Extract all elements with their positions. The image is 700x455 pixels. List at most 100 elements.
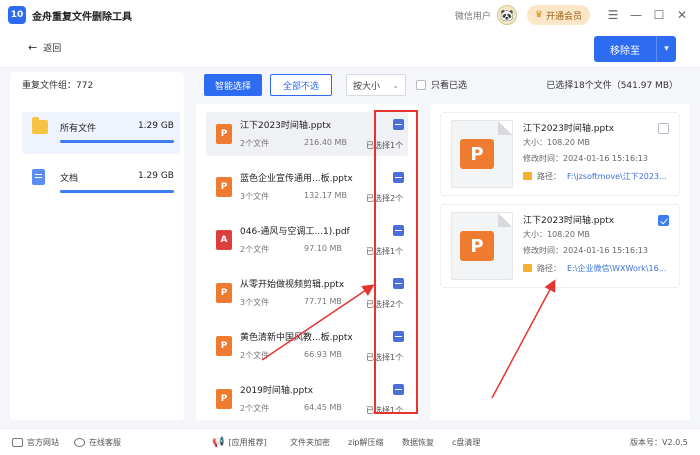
file-path-link[interactable]: F:\jzsoftmove\江下2023... (567, 171, 677, 182)
category-size: 1.29 GB (137, 121, 174, 131)
file-size: 132.17 MB (304, 191, 347, 200)
monitor-icon (12, 438, 23, 447)
maximize-icon[interactable]: ☐ (649, 5, 669, 25)
file-name: 2019时间轴.pptx (240, 386, 314, 396)
file-count: 3个文件 (240, 298, 270, 307)
vip-label: 开通会员 (545, 11, 582, 22)
annotation-highlight-box (374, 110, 418, 414)
website-label: 官方网站 (27, 438, 59, 447)
minimize-icon[interactable]: — (626, 5, 646, 25)
link-data-recovery[interactable]: 数据恢复 (402, 437, 434, 448)
link-folder-encrypt[interactable]: 文件夹加密 (290, 437, 330, 448)
duplicate-file-card[interactable]: P 江下2023时间轴.pptx 大小：108.20 MB 修改时间：2024-… (440, 112, 680, 196)
list-toolbar: 智能选择 全部不选 按大小 ⌄ 只看已选 已选择18个文件（541.97 MB） (196, 72, 690, 98)
smart-select-button[interactable]: 智能选择 (204, 74, 262, 96)
support-label: 在线客服 (89, 438, 121, 447)
file-size: 216.40 MB (304, 138, 347, 147)
page-fold (498, 121, 512, 135)
file-size: 64.45 MB (304, 403, 342, 412)
link-zip[interactable]: zip解压缩 (348, 437, 384, 448)
official-website-link[interactable]: 官方网站 (12, 437, 59, 448)
sort-label: 按大小 (353, 81, 381, 92)
chevron-down-icon: ⌄ (392, 80, 399, 90)
file-count: 2个文件 (240, 139, 270, 148)
file-checkbox-checked[interactable] (658, 215, 669, 226)
menu-icon[interactable]: ☰ (603, 5, 623, 25)
title-bar: 10 金舟重复文件删除工具 微信用户 🐼 ♛ 开通会员 ☰ — ☐ ✕ (0, 0, 700, 30)
file-size: 大小：108.20 MB (523, 138, 590, 147)
ppt-file-icon: P (216, 283, 232, 303)
close-icon[interactable]: ✕ (672, 5, 692, 25)
file-count: 2个文件 (240, 404, 270, 413)
file-thumbnail: P (451, 120, 513, 188)
chevron-down-icon[interactable]: ▾ (656, 36, 676, 62)
version-label: 版本号：V2.0.5 (630, 438, 688, 447)
title-bar-right: 微信用户 🐼 ♛ 开通会员 ☰ — ☐ ✕ (455, 0, 692, 30)
file-name: 从零开始做视频剪辑.pptx (240, 280, 345, 290)
pdf-file-icon: A (216, 230, 232, 250)
file-size: 97.10 MB (304, 244, 342, 253)
file-count: 2个文件 (240, 351, 270, 360)
sort-select[interactable]: 按大小 ⌄ (346, 74, 406, 96)
crown-icon: ♛ (534, 10, 543, 20)
nav-row: ← 返回 移除至 ▾ (0, 30, 700, 68)
category-progress-bar (60, 140, 174, 143)
app-title: 金舟重复文件删除工具 (32, 11, 132, 23)
file-name: 蓝色企业宣传通用...板.pptx (240, 174, 353, 184)
file-count: 2个文件 (240, 245, 270, 254)
file-count: 3个文件 (240, 192, 270, 201)
file-path-link[interactable]: E:\企业微信\WXWork\16... (567, 263, 677, 274)
file-name: 黄色清新中国风教...板.pptx (240, 333, 353, 343)
only-selected-label: 只看已选 (431, 81, 468, 91)
only-selected-toggle[interactable]: 只看已选 (416, 78, 467, 91)
only-selected-checkbox[interactable] (416, 79, 426, 90)
file-name: 江下2023时间轴.pptx (240, 121, 332, 131)
speaker-icon: 📢 (212, 437, 225, 448)
path-label: 路径： (537, 264, 561, 273)
user-name[interactable]: 微信用户 (455, 9, 491, 22)
ppt-file-icon: P (460, 231, 494, 261)
move-to-group: 移除至 ▾ (594, 36, 676, 62)
ppt-file-icon: P (216, 336, 232, 356)
category-all-files[interactable]: 所有文件 1.29 GB (22, 112, 180, 154)
back-button[interactable]: ← 返回 (28, 41, 61, 54)
online-support-link[interactable]: 在线客服 (74, 437, 121, 448)
file-name: 江下2023时间轴.pptx (523, 124, 615, 134)
document-icon (32, 169, 45, 185)
duplicate-file-card[interactable]: P 江下2023时间轴.pptx 大小：108.20 MB 修改时间：2024-… (440, 204, 680, 288)
recommend-label: [应用推荐] (228, 438, 267, 447)
file-name: 江下2023时间轴.pptx (523, 216, 615, 226)
category-panel: 重复文件组：772 所有文件 1.29 GB 文档 1.29 GB (10, 72, 184, 420)
file-modified: 修改时间：2024-01-16 15:16:13 (523, 246, 648, 255)
selected-summary: 已选择18个文件（541.97 MB） (546, 81, 678, 91)
page-fold (498, 213, 512, 227)
category-documents[interactable]: 文档 1.29 GB (22, 162, 180, 204)
path-folder-icon (523, 264, 532, 272)
move-to-button[interactable]: 移除至 (594, 36, 656, 62)
headset-icon (74, 438, 85, 447)
file-size: 77.71 MB (304, 297, 342, 306)
file-detail-panel: P 江下2023时间轴.pptx 大小：108.20 MB 修改时间：2024-… (430, 104, 690, 420)
vip-button[interactable]: ♛ 开通会员 (526, 5, 590, 25)
arrow-left-icon: ← (28, 41, 38, 54)
path-folder-icon (523, 172, 532, 180)
file-size: 大小：108.20 MB (523, 230, 590, 239)
file-size: 66.93 MB (304, 350, 342, 359)
category-name: 所有文件 (60, 124, 97, 134)
back-label: 返回 (43, 44, 62, 54)
category-progress-bar (60, 190, 174, 193)
link-c-drive-clean[interactable]: c盘清理 (452, 437, 480, 448)
recommend-link[interactable]: 📢 [应用推荐] (212, 437, 267, 448)
deselect-all-button[interactable]: 全部不选 (270, 74, 332, 96)
folder-icon (32, 117, 48, 134)
status-bar: 官方网站 在线客服 📢 [应用推荐] 文件夹加密 zip解压缩 数据恢复 c盘清… (0, 428, 700, 455)
file-thumbnail: P (451, 212, 513, 280)
file-checkbox[interactable] (658, 123, 669, 134)
avatar[interactable]: 🐼 (496, 5, 517, 25)
category-size: 1.29 GB (137, 171, 174, 181)
file-name: 046-通风与空调工...1).pdf (240, 227, 350, 237)
group-count: 重复文件组：772 (22, 81, 94, 91)
ppt-file-icon: P (216, 124, 232, 144)
ppt-file-icon: P (460, 139, 494, 169)
category-name: 文档 (60, 174, 79, 184)
